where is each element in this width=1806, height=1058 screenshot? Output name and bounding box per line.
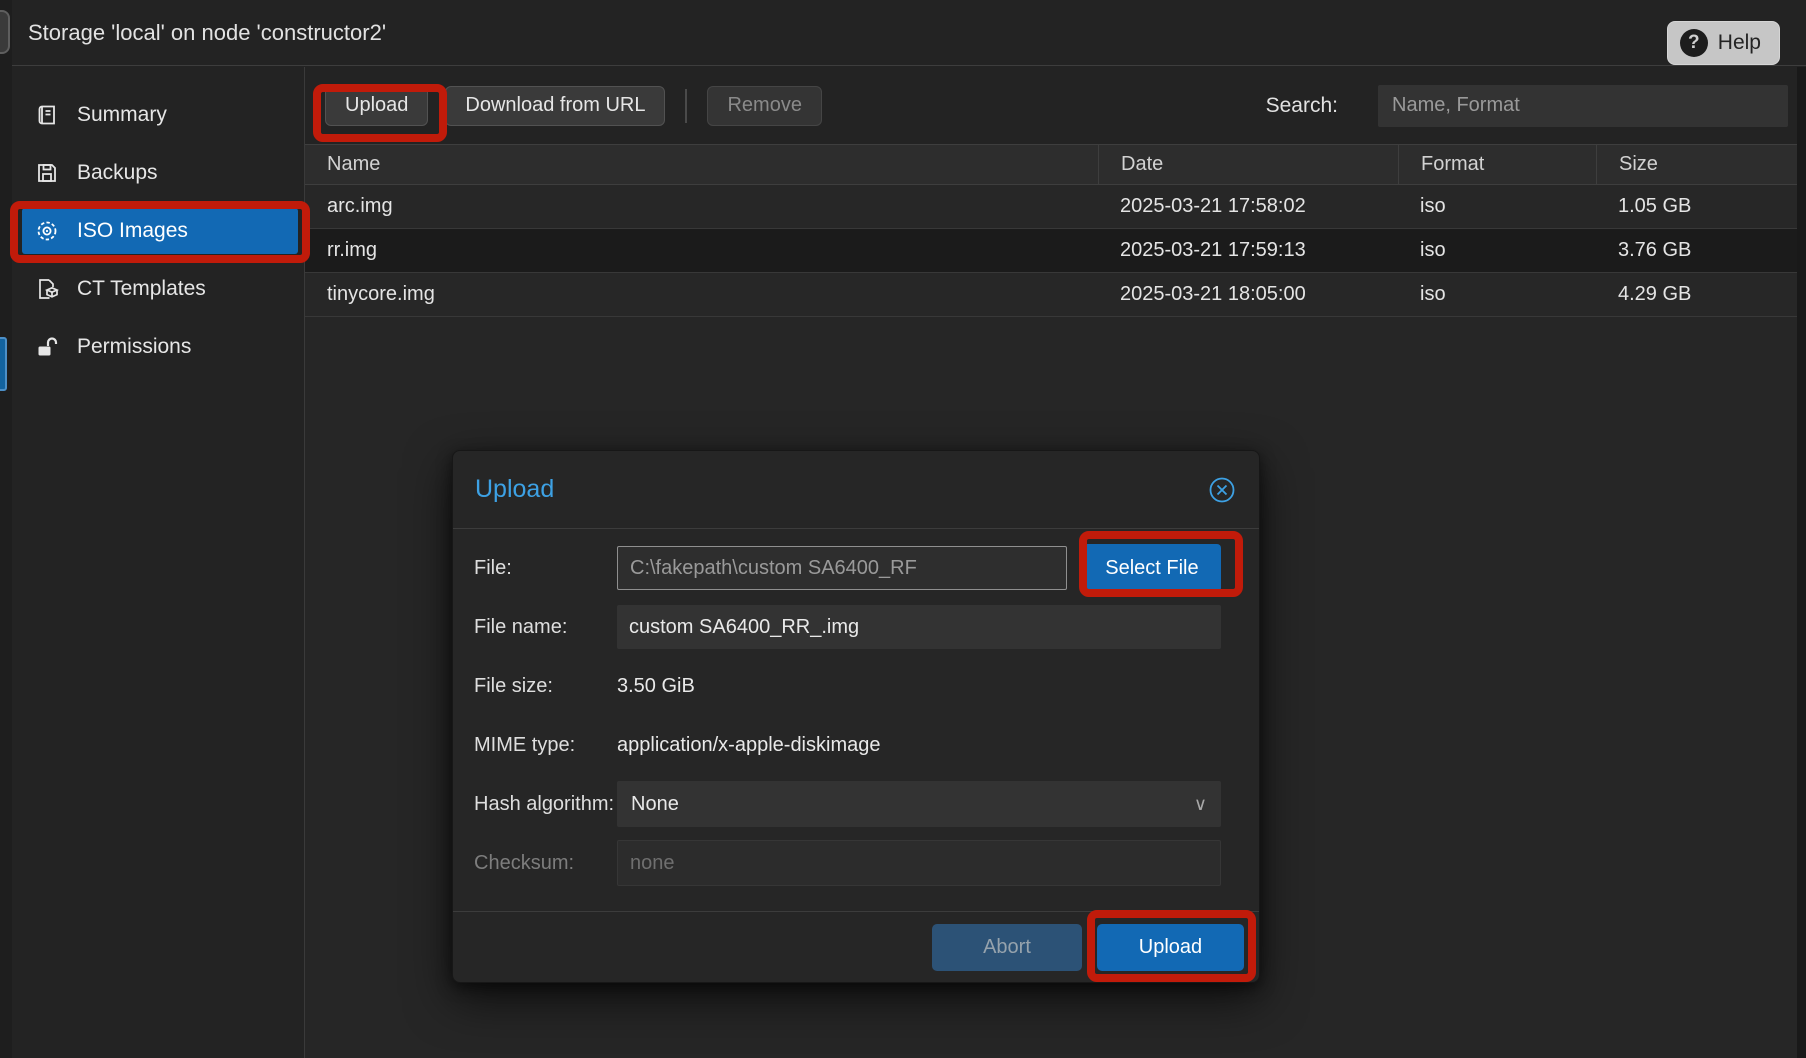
sidebar-item-label: CT Templates bbox=[77, 277, 206, 301]
checksum-input bbox=[617, 840, 1221, 886]
close-icon[interactable] bbox=[1207, 475, 1237, 505]
cell-name: tinycore.img bbox=[305, 273, 1098, 316]
table-row[interactable]: arc.img 2025-03-21 17:58:02 iso 1.05 GB bbox=[305, 185, 1797, 229]
storage-sidebar: Summary Backups ISO Images CT Templates … bbox=[12, 67, 305, 1058]
sidebar-item-permissions[interactable]: Permissions bbox=[22, 324, 298, 370]
chevron-down-icon: ∨ bbox=[1194, 794, 1207, 815]
cell-name: arc.img bbox=[305, 185, 1098, 228]
search-label: Search: bbox=[1266, 94, 1338, 118]
help-button[interactable]: ? Help bbox=[1667, 21, 1780, 65]
cropped-tree-selection bbox=[0, 337, 7, 391]
download-from-url-button[interactable]: Download from URL bbox=[445, 86, 665, 126]
hash-algorithm-select[interactable]: None ∨ bbox=[617, 781, 1221, 827]
column-header-size[interactable]: Size bbox=[1596, 145, 1797, 184]
help-button-label: Help bbox=[1718, 31, 1761, 55]
sidebar-item-label: Summary bbox=[77, 103, 167, 127]
column-header-name[interactable]: Name bbox=[305, 145, 1098, 184]
dialog-upload-button[interactable]: Upload bbox=[1097, 924, 1244, 971]
remove-button: Remove bbox=[707, 86, 821, 126]
search-input[interactable] bbox=[1378, 85, 1788, 127]
cropped-toolbar-button bbox=[0, 10, 10, 54]
dialog-body: File: Select File File name: File size: … bbox=[453, 529, 1259, 886]
right-edge-strip bbox=[1797, 67, 1806, 1058]
floppy-icon bbox=[35, 161, 59, 185]
question-icon: ? bbox=[1680, 29, 1708, 57]
dialog-title: Upload bbox=[475, 475, 554, 504]
dialog-footer: Abort Upload bbox=[453, 911, 1259, 982]
sidebar-item-iso-images[interactable]: ISO Images bbox=[22, 208, 298, 254]
hash-algorithm-label: Hash algorithm: bbox=[474, 793, 617, 816]
sidebar-item-label: Backups bbox=[77, 161, 158, 185]
cell-size: 1.05 GB bbox=[1596, 185, 1797, 228]
disc-icon bbox=[35, 219, 59, 243]
sidebar-item-backups[interactable]: Backups bbox=[22, 150, 298, 196]
toolbar-separator bbox=[685, 89, 687, 123]
left-edge-strip bbox=[0, 0, 12, 1058]
cell-size: 4.29 GB bbox=[1596, 273, 1797, 316]
file-path-input[interactable] bbox=[617, 546, 1067, 590]
cell-format: iso bbox=[1398, 229, 1596, 272]
cell-name: rr.img bbox=[305, 229, 1098, 272]
mime-type-label: MIME type: bbox=[474, 734, 617, 757]
sidebar-item-label: Permissions bbox=[77, 335, 191, 359]
sidebar-item-label: ISO Images bbox=[77, 219, 188, 243]
file-size-label: File size: bbox=[474, 675, 617, 698]
file-name-label: File name: bbox=[474, 616, 617, 639]
column-header-date[interactable]: Date bbox=[1098, 145, 1398, 184]
mime-type-value: application/x-apple-diskimage bbox=[617, 734, 880, 757]
sidebar-item-ct-templates[interactable]: CT Templates bbox=[22, 266, 298, 312]
cell-date: 2025-03-21 18:05:00 bbox=[1098, 273, 1398, 316]
cell-format: iso bbox=[1398, 273, 1596, 316]
storage-content-panel: Storage 'local' on node 'constructor2' ?… bbox=[0, 0, 1806, 1058]
hash-algorithm-value: None bbox=[631, 793, 679, 816]
template-icon bbox=[35, 277, 59, 301]
file-size-value: 3.50 GiB bbox=[617, 675, 695, 698]
sidebar-item-summary[interactable]: Summary bbox=[22, 92, 298, 138]
file-name-input[interactable] bbox=[617, 605, 1221, 649]
select-file-button[interactable]: Select File bbox=[1083, 544, 1221, 592]
book-icon bbox=[35, 103, 59, 127]
cell-size: 3.76 GB bbox=[1596, 229, 1797, 272]
table-row[interactable]: tinycore.img 2025-03-21 18:05:00 iso 4.2… bbox=[305, 273, 1797, 317]
cell-format: iso bbox=[1398, 185, 1596, 228]
panel-header: Storage 'local' on node 'constructor2' ?… bbox=[0, 0, 1806, 66]
table-header: Name Date Format Size bbox=[305, 144, 1797, 185]
page-title: Storage 'local' on node 'constructor2' bbox=[28, 20, 386, 46]
dialog-header[interactable]: Upload bbox=[453, 451, 1259, 529]
cell-date: 2025-03-21 17:58:02 bbox=[1098, 185, 1398, 228]
file-label: File: bbox=[474, 557, 617, 580]
abort-button: Abort bbox=[932, 924, 1082, 971]
upload-dialog: Upload File: Select File File name: File… bbox=[452, 450, 1260, 983]
checksum-label: Checksum: bbox=[474, 852, 617, 875]
cell-date: 2025-03-21 17:59:13 bbox=[1098, 229, 1398, 272]
unlock-icon bbox=[35, 335, 59, 359]
toolbar: Upload Download from URL Remove Search: bbox=[305, 67, 1797, 144]
column-header-format[interactable]: Format bbox=[1398, 145, 1596, 184]
upload-button[interactable]: Upload bbox=[325, 86, 428, 126]
table-row[interactable]: rr.img 2025-03-21 17:59:13 iso 3.76 GB bbox=[305, 229, 1797, 273]
